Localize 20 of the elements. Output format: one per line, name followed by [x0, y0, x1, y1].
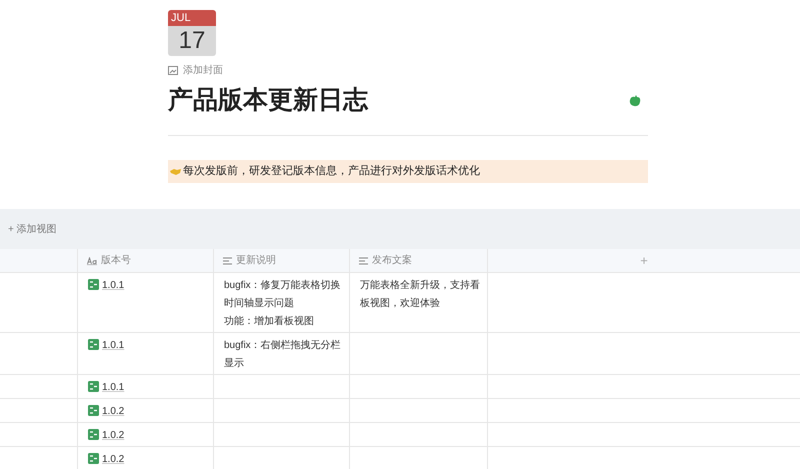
cell-text: 万能表格全新升级，支持看板视图，欢迎体验: [360, 278, 481, 311]
image-icon: [168, 66, 178, 74]
calendar-month: JUL: [168, 10, 216, 26]
version-link[interactable]: 1.0.1: [102, 380, 124, 395]
calendar-day: 17: [168, 26, 216, 56]
cell-text: bugfix：修复万能表格切换时间轴显示问题: [224, 278, 342, 311]
lines-icon: [223, 256, 232, 264]
text-type-icon: [87, 256, 97, 264]
version-link[interactable]: 1.0.1: [102, 338, 124, 353]
lines-icon: [359, 256, 368, 264]
version-link[interactable]: 1.0.2: [102, 452, 124, 467]
cell-text: bugfix：右侧栏拖拽无分栏显示: [224, 338, 342, 371]
page-title: 产品版本更新日志: [168, 85, 368, 116]
version-link[interactable]: 1.0.1: [102, 278, 124, 293]
version-link[interactable]: 1.0.2: [102, 428, 124, 443]
callout-text: 每次发版前，研发登记版本信息，产品进行对外发版话术优化: [183, 164, 480, 180]
add-view-button[interactable]: + 添加视图: [8, 222, 57, 236]
cell-text: 功能：增加看板视图: [224, 314, 315, 329]
add-cover-link[interactable]: 添加封面: [183, 62, 223, 78]
version-link[interactable]: 1.0.2: [102, 404, 124, 419]
